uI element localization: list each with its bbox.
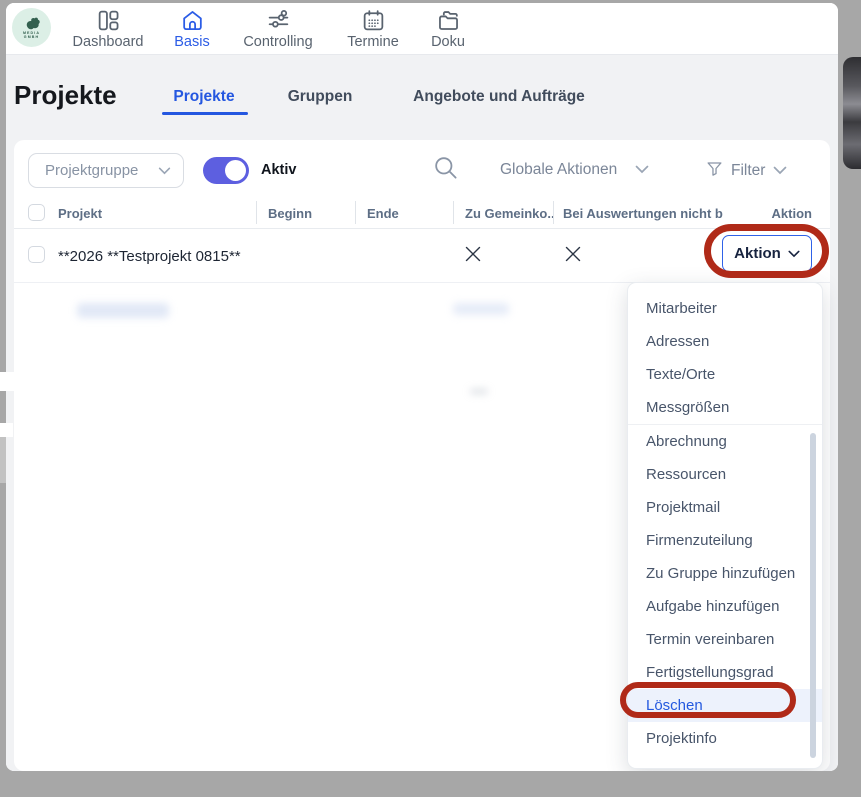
sliders-icon (266, 8, 291, 33)
column-header-zu-gemeinkosten[interactable]: Zu Gemeinko.. (465, 206, 555, 221)
tab-projekte[interactable]: Projekte (156, 88, 252, 106)
filter-label: Filter (731, 162, 765, 180)
company-logo[interactable]: MEDIA GMBH (12, 8, 51, 47)
aktion-button-label: Aktion (734, 245, 781, 262)
x-mark-icon (564, 245, 582, 268)
menu-item-projektinfo[interactable]: Projektinfo (628, 722, 822, 755)
column-header-projekt[interactable]: Projekt (58, 206, 102, 221)
chevron-down-icon (158, 162, 171, 179)
aktion-dropdown-menu: Mitarbeiter Adressen Texte/Orte Messgröß… (627, 282, 823, 769)
table-header-divider (14, 228, 830, 229)
funnel-icon (706, 160, 723, 182)
filter-dropdown[interactable]: Filter (706, 160, 787, 182)
search-icon[interactable] (432, 154, 459, 186)
app-window: MEDIA GMBH Dashboard Basis (6, 3, 838, 771)
menu-item-adressen[interactable]: Adressen (628, 325, 822, 358)
nav-label: Dashboard (73, 34, 144, 50)
menu-item-firmenzuteilung[interactable]: Firmenzuteilung (628, 524, 822, 557)
tab-angebote-und-auftraege[interactable]: Angebote und Aufträge (404, 88, 594, 106)
frame-notch (0, 437, 6, 483)
dashboard-grid-icon (96, 8, 121, 33)
page-title: Projekte (14, 80, 117, 111)
menu-item-projektmail[interactable]: Projektmail (628, 491, 822, 524)
chevron-down-icon (773, 162, 787, 180)
menu-item-aufgabe-hinzufuegen[interactable]: Aufgabe hinzufügen (628, 590, 822, 623)
menu-item-mitarbeiter[interactable]: Mitarbeiter (628, 292, 822, 325)
blurred-content (470, 389, 488, 394)
nav-item-basis[interactable]: Basis (164, 8, 220, 50)
nav-item-doku[interactable]: Doku (420, 8, 476, 50)
column-divider (453, 201, 454, 224)
global-actions-label: Globale Aktionen (500, 161, 617, 179)
column-divider (355, 201, 356, 224)
home-icon (180, 8, 205, 33)
projektgruppe-label: Projektgruppe (45, 162, 138, 179)
calendar-icon (361, 8, 386, 33)
nav-item-controlling[interactable]: Controlling (232, 8, 324, 50)
active-toggle[interactable] (203, 157, 249, 184)
folder-icon (436, 8, 461, 33)
menu-item-loeschen[interactable]: Löschen (628, 689, 822, 722)
aktion-button[interactable]: Aktion (722, 235, 812, 272)
column-header-beginn[interactable]: Beginn (268, 206, 312, 221)
blurred-content (453, 303, 509, 315)
column-divider (553, 201, 554, 224)
row-checkbox[interactable] (28, 246, 45, 263)
menu-item-fertigstellungsgrad[interactable]: Fertigstellungsgrad (628, 656, 822, 689)
menu-scrollbar[interactable] (810, 433, 816, 758)
global-actions-dropdown[interactable]: Globale Aktionen (500, 161, 649, 179)
chevron-down-icon (635, 161, 649, 179)
menu-item-termin-vereinbaren[interactable]: Termin vereinbaren (628, 623, 822, 656)
nav-label: Termine (347, 34, 399, 50)
active-toggle-label: Aktiv (261, 162, 296, 178)
bird-icon (22, 16, 41, 31)
x-mark-icon (464, 245, 482, 268)
menu-item-ressourcen[interactable]: Ressourcen (628, 458, 822, 491)
menu-item-zu-gruppe-hinzufuegen[interactable]: Zu Gruppe hinzufügen (628, 557, 822, 590)
menu-item-texte-orte[interactable]: Texte/Orte (628, 358, 822, 391)
logo-text-line2: GMBH (24, 35, 39, 39)
top-navigation-bar: MEDIA GMBH Dashboard Basis (6, 3, 838, 55)
active-tab-underline (162, 112, 248, 115)
column-header-ende[interactable]: Ende (367, 206, 399, 221)
column-header-bei-auswertungen[interactable]: Bei Auswertungen nicht b (563, 206, 723, 221)
blurred-content (77, 303, 169, 318)
frame-notch (0, 372, 14, 391)
menu-item-messgroessen[interactable]: Messgrößen (628, 391, 822, 424)
column-divider (256, 201, 257, 224)
nav-item-termine[interactable]: Termine (339, 8, 407, 50)
chevron-down-icon (788, 245, 800, 262)
column-header-aktion: Aktion (772, 206, 812, 221)
select-all-checkbox[interactable] (28, 204, 45, 221)
menu-item-abrechnung[interactable]: Abrechnung (628, 425, 822, 458)
nav-item-dashboard[interactable]: Dashboard (61, 8, 155, 50)
projektgruppe-dropdown[interactable]: Projektgruppe (28, 153, 184, 188)
tab-gruppen[interactable]: Gruppen (274, 88, 366, 106)
frame-notch (0, 423, 13, 437)
nav-label: Basis (174, 34, 209, 50)
nav-label: Controlling (243, 34, 312, 50)
cell-projekt[interactable]: **2026 **Testprojekt 0815** (58, 248, 241, 265)
toggle-knob (225, 160, 246, 181)
background-window-fragment (843, 57, 861, 169)
nav-label: Doku (431, 34, 465, 50)
